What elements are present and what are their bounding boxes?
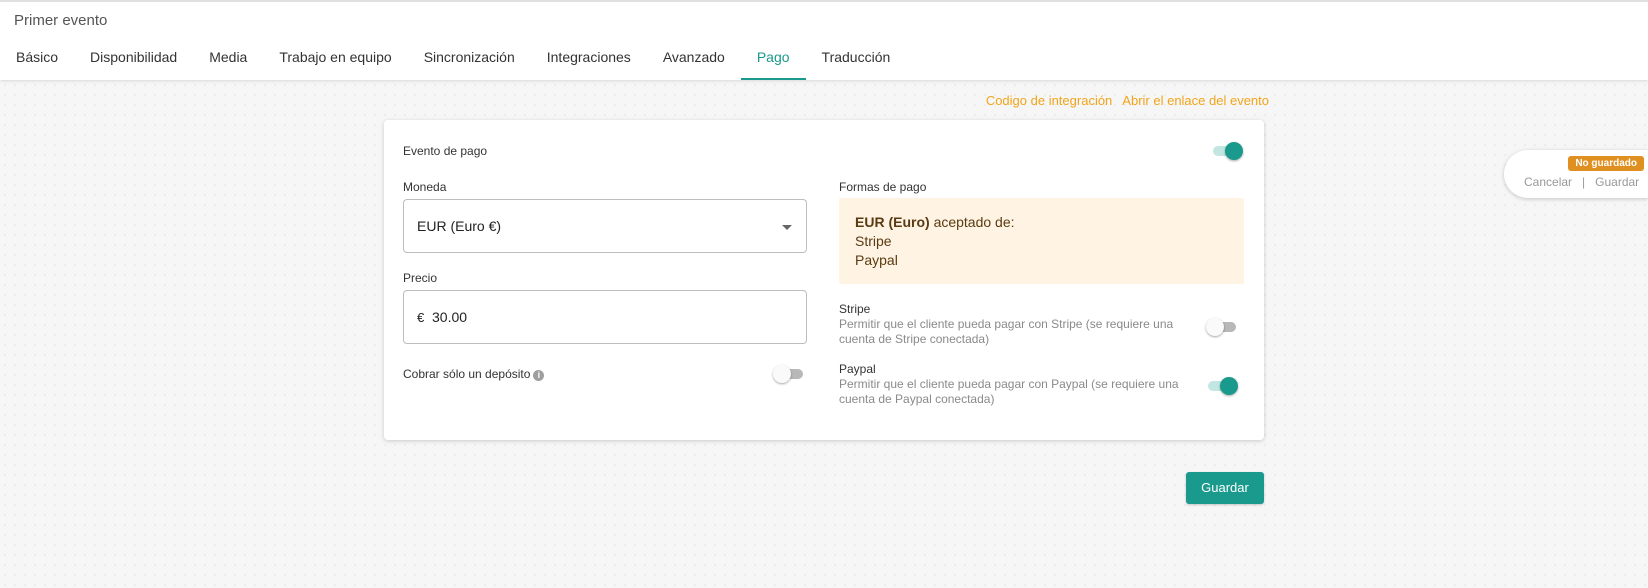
paid-event-label: Evento de pago: [403, 144, 488, 158]
euro-prefix: €: [417, 310, 425, 325]
tab-trabajo-en-equipo[interactable]: Trabajo en equipo: [263, 42, 407, 80]
tab-traduccion[interactable]: Traducción: [806, 42, 907, 80]
paypal-toggle[interactable]: [1206, 376, 1238, 396]
deposit-toggle[interactable]: [773, 364, 805, 384]
save-button[interactable]: Guardar: [1186, 472, 1264, 504]
accepted-heading: EUR (Euro) aceptado de:: [855, 214, 1015, 230]
tab-pago[interactable]: Pago: [740, 42, 806, 80]
currency-select[interactable]: EUR (Euro €): [403, 199, 807, 253]
page-header: Primer evento Básico Disponibilidad Medi…: [0, 0, 1648, 80]
deposit-row: Cobrar sólo un depósito i: [403, 367, 545, 381]
separator: |: [1582, 175, 1586, 189]
accepted-currency: EUR (Euro): [855, 214, 930, 230]
unsaved-badge: No guardado: [1568, 156, 1644, 171]
tab-bar: Básico Disponibilidad Media Trabajo en e…: [0, 42, 906, 80]
page-title: Primer evento: [14, 12, 108, 29]
paid-event-toggle[interactable]: [1211, 141, 1243, 161]
tab-avanzado[interactable]: Avanzado: [647, 42, 741, 80]
tab-integraciones[interactable]: Integraciones: [531, 42, 647, 80]
stripe-toggle[interactable]: [1206, 317, 1238, 337]
currency-label: Moneda: [403, 180, 447, 194]
side-save-button[interactable]: Guardar: [1595, 175, 1639, 189]
paypal-title: Paypal: [839, 362, 876, 376]
tab-media[interactable]: Media: [193, 42, 263, 80]
info-icon[interactable]: i: [533, 370, 545, 381]
currency-value: EUR (Euro €): [417, 218, 502, 234]
open-event-link[interactable]: Abrir el enlace del evento: [1122, 93, 1269, 108]
price-label: Precio: [403, 271, 438, 285]
payment-methods-label: Formas de pago: [839, 180, 927, 194]
price-input[interactable]: € 30.00: [403, 290, 807, 344]
accepted-method-paypal: Paypal: [855, 252, 898, 268]
stripe-title: Stripe: [839, 302, 871, 316]
tab-sincronizacion[interactable]: Sincronización: [408, 42, 531, 80]
side-actions: Cancelar | Guardar: [1524, 175, 1639, 189]
cancel-button[interactable]: Cancelar: [1524, 175, 1572, 189]
top-links: Codigo de integración Abrir el enlace de…: [986, 93, 1269, 108]
stripe-description: Permitir que el cliente pueda pagar con …: [839, 317, 1174, 346]
unsaved-panel: No guardado Cancelar | Guardar: [1504, 150, 1648, 198]
integration-code-link[interactable]: Codigo de integración: [986, 93, 1112, 108]
dropdown-arrow-icon: [782, 225, 792, 230]
paypal-description: Permitir que el cliente pueda pagar con …: [839, 377, 1179, 406]
accepted-method-stripe: Stripe: [855, 233, 892, 249]
tab-disponibilidad[interactable]: Disponibilidad: [74, 42, 193, 80]
price-value: 30.00: [432, 309, 468, 325]
accepted-methods-box: EUR (Euro) aceptado de: Stripe Paypal: [839, 198, 1244, 284]
accepted-text: aceptado de:: [933, 214, 1015, 230]
tab-basico[interactable]: Básico: [0, 42, 74, 80]
deposit-label: Cobrar sólo un depósito: [403, 367, 531, 381]
payment-card: Evento de pago Moneda EUR (Euro €) Preci…: [384, 120, 1264, 440]
